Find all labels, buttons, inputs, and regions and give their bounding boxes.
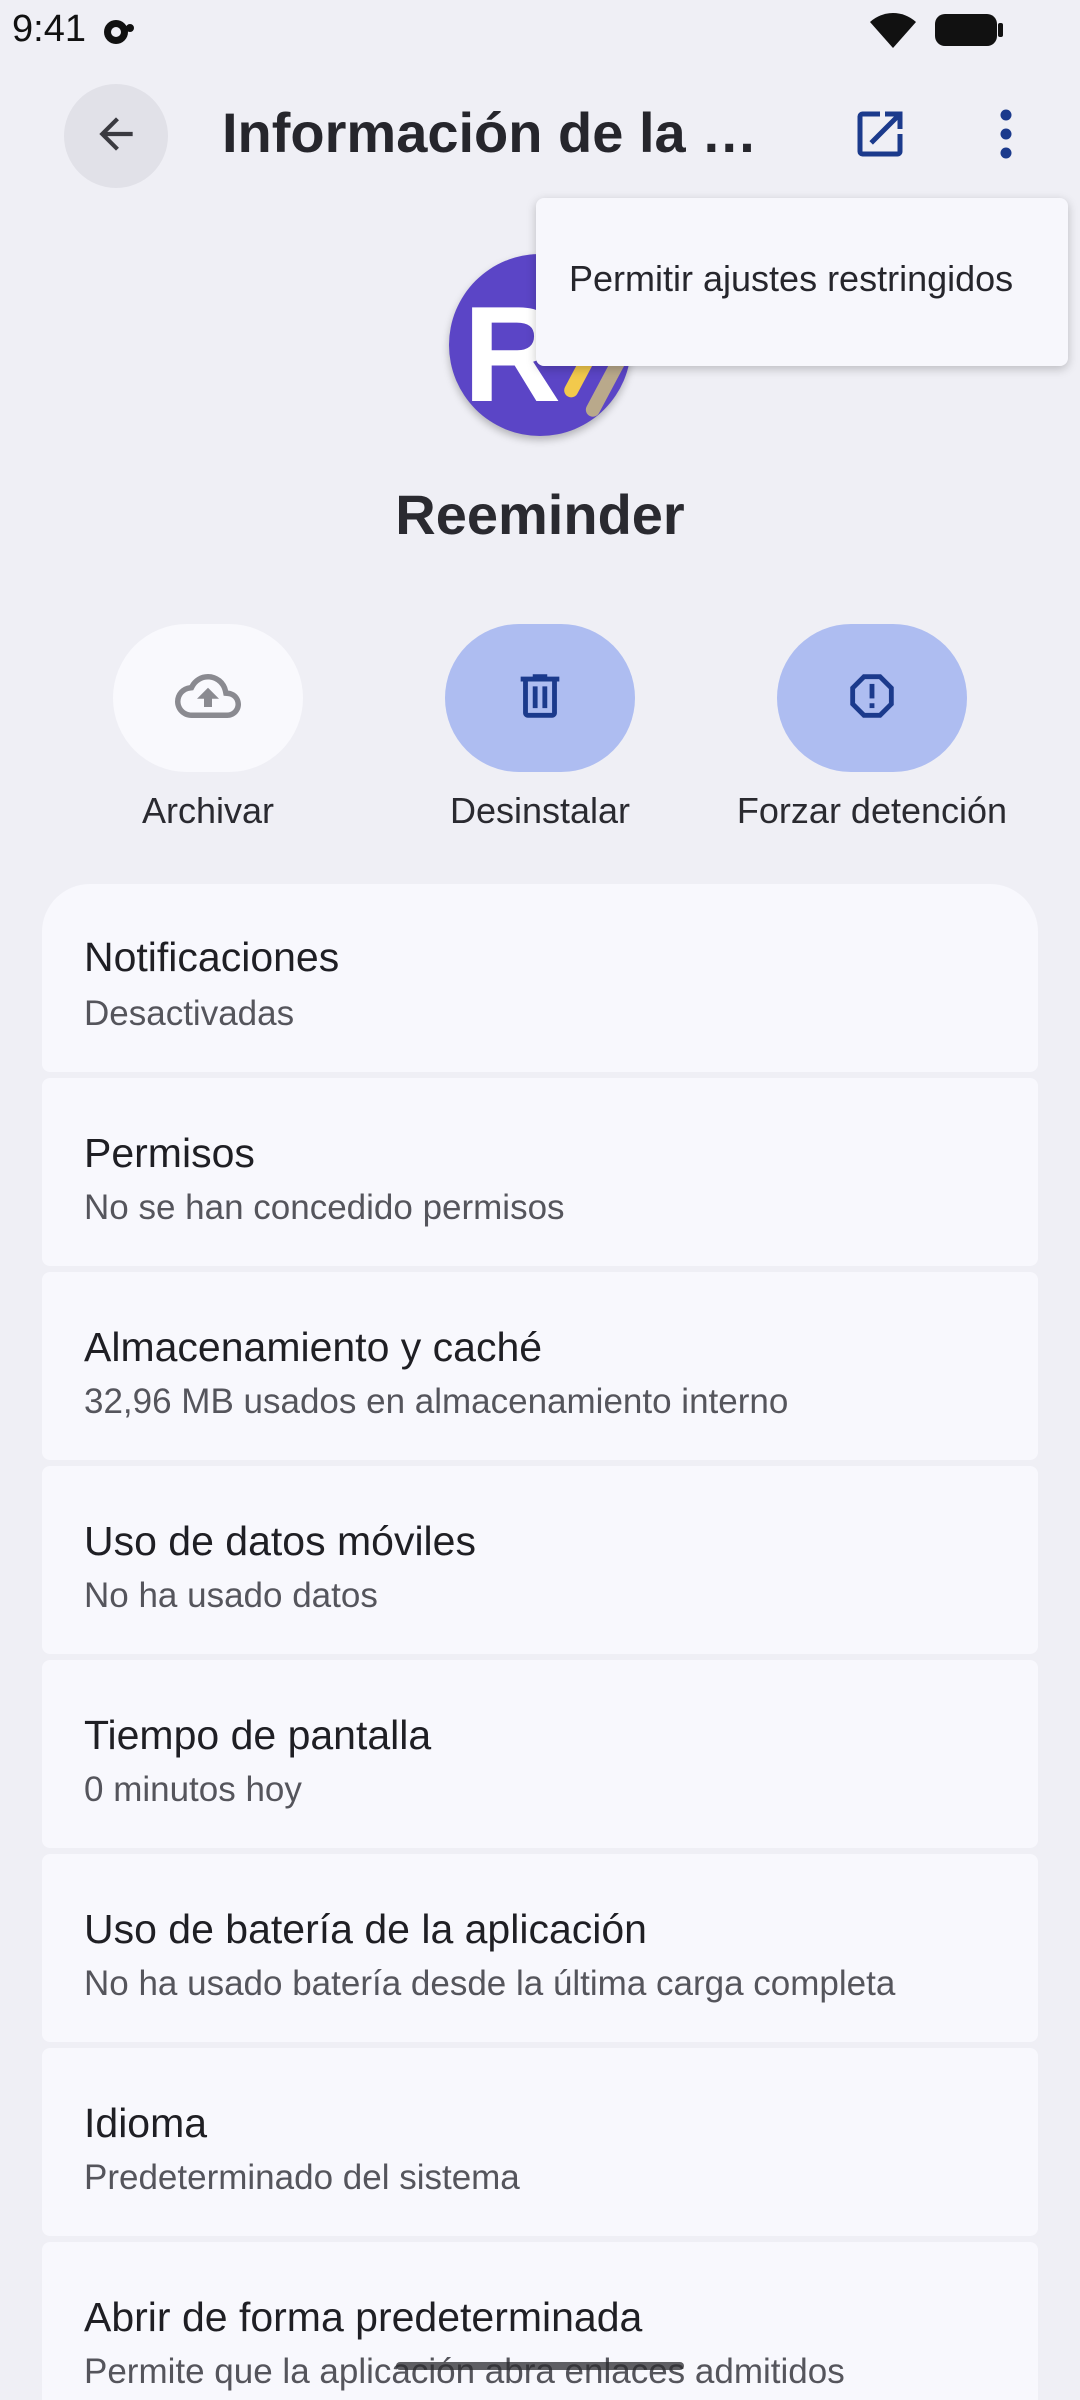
- setting-mobile-data[interactable]: Uso de datos móviles No ha usado datos: [42, 1466, 1038, 1654]
- setting-open-by-default[interactable]: Abrir de forma predeterminada Permite qu…: [42, 2242, 1038, 2400]
- setting-subtitle: Predeterminado del sistema: [84, 2158, 520, 2197]
- archive-label: Archivar: [141, 790, 275, 831]
- status-time: 9:41: [12, 8, 86, 50]
- more-options-button[interactable]: [976, 104, 1036, 168]
- force-stop-button[interactable]: [777, 624, 967, 772]
- setting-title: Permisos: [84, 1130, 255, 1176]
- status-bar: 9:41: [0, 0, 1080, 60]
- back-button[interactable]: [64, 84, 168, 188]
- setting-notifications[interactable]: Notificaciones Desactivadas: [42, 884, 1038, 1072]
- uninstall-action: Desinstalar: [390, 624, 690, 832]
- setting-title: Uso de batería de la aplicación: [84, 1906, 647, 1952]
- setting-subtitle: Permite que la aplicación abra enlaces a…: [84, 2352, 845, 2391]
- setting-title: Idioma: [84, 2100, 208, 2146]
- archive-action: Archivar: [58, 624, 358, 832]
- more-vert-icon: [996, 108, 1016, 165]
- setting-subtitle: 0 minutos hoy: [84, 1770, 302, 1809]
- alert-octagon-icon: [843, 667, 901, 730]
- force-stop-action: Forzar detención: [722, 624, 1022, 832]
- app-info-screen: 9:41 Información de la apl: [0, 0, 1080, 2400]
- menu-item-allow-restricted-settings[interactable]: Permitir ajustes restringidos: [569, 258, 1013, 300]
- archive-button[interactable]: [113, 624, 303, 772]
- page-title: Información de la aplicación: [222, 101, 762, 164]
- setting-title: Abrir de forma predeterminada: [84, 2294, 643, 2340]
- gesture-nav-handle[interactable]: [396, 2362, 684, 2370]
- setting-subtitle: No se han concedido permisos: [84, 1188, 565, 1227]
- overflow-menu: Permitir ajustes restringidos: [536, 198, 1068, 366]
- arrow-back-icon: [91, 109, 141, 164]
- setting-title: Almacenamiento y caché: [84, 1324, 543, 1370]
- setting-title: Tiempo de pantalla: [84, 1712, 432, 1758]
- cloud-upload-icon: [175, 663, 241, 734]
- setting-subtitle: Desactivadas: [84, 994, 295, 1033]
- app-name: Reeminder: [395, 483, 685, 546]
- open-in-new-icon: [850, 104, 910, 169]
- setting-battery[interactable]: Uso de batería de la aplicación No ha us…: [42, 1854, 1038, 2042]
- setting-language[interactable]: Idioma Predeterminado del sistema: [42, 2048, 1038, 2236]
- trash-icon: [511, 667, 569, 730]
- battery-icon: [934, 12, 1004, 53]
- force-stop-label: Forzar detención: [736, 790, 1008, 831]
- setting-title: Uso de datos móviles: [84, 1518, 476, 1564]
- notification-dot-icon: [100, 14, 136, 55]
- setting-title: Notificaciones: [84, 934, 340, 980]
- open-app-button[interactable]: [848, 104, 912, 168]
- setting-screen-time[interactable]: Tiempo de pantalla 0 minutos hoy: [42, 1660, 1038, 1848]
- setting-subtitle: No ha usado datos: [84, 1576, 378, 1615]
- setting-permissions[interactable]: Permisos No se han concedido permisos: [42, 1078, 1038, 1266]
- setting-subtitle: 32,96 MB usados en almacenamiento intern…: [84, 1382, 789, 1421]
- uninstall-label: Desinstalar: [449, 790, 631, 831]
- setting-subtitle: No ha usado batería desde la última carg…: [84, 1964, 896, 2003]
- setting-storage[interactable]: Almacenamiento y caché 32,96 MB usados e…: [42, 1272, 1038, 1460]
- wifi-icon: [868, 10, 918, 55]
- uninstall-button[interactable]: [445, 624, 635, 772]
